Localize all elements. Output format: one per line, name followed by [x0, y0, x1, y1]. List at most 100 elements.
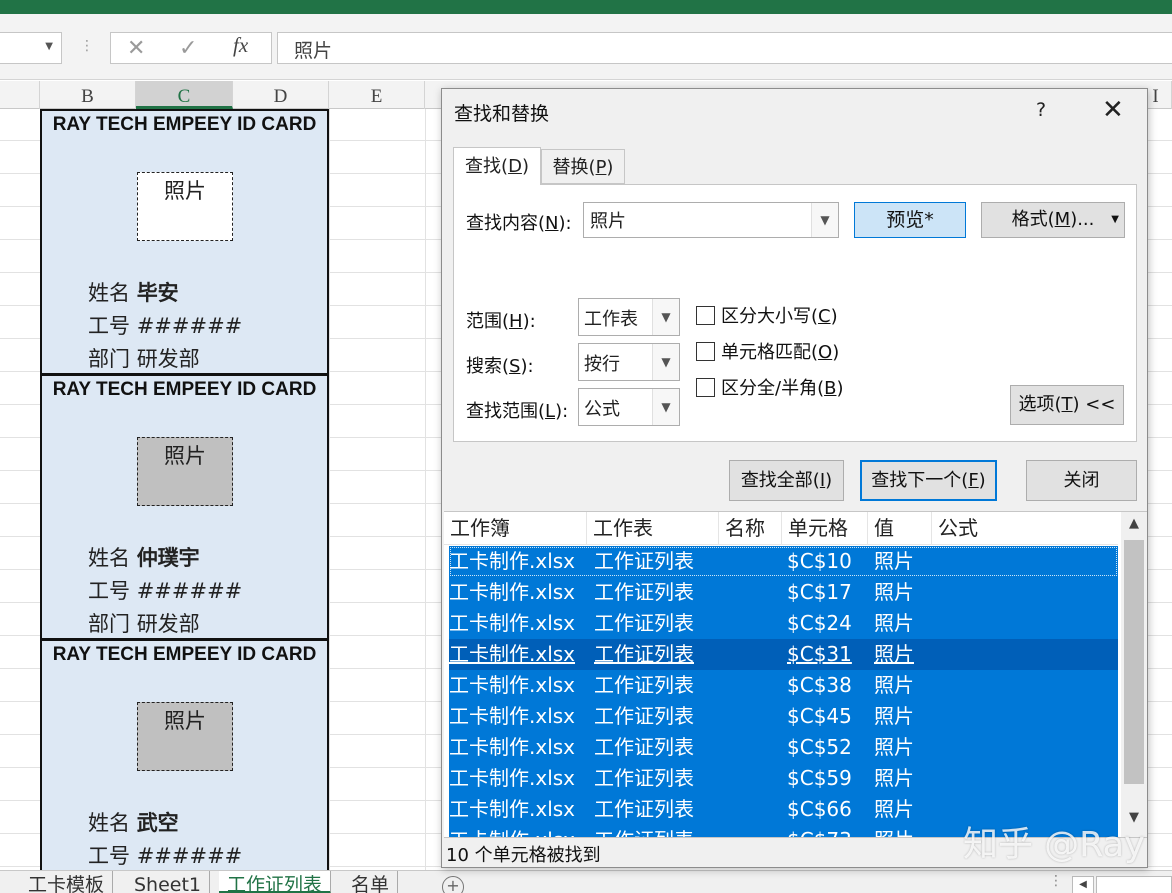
find-replace-dialog: 查找和替换 ? ✕ 查找(D) 替换(P) 查找内容(N): 照片 ▼ 预览* …	[441, 88, 1148, 868]
result-row[interactable]: 工卡制作.xlsx 工作证列表 $C$45 照片	[449, 701, 1118, 732]
scroll-left-icon[interactable]: ◀	[1072, 876, 1094, 893]
result-row[interactable]: 工卡制作.xlsx 工作证列表 $C$38 照片	[449, 670, 1118, 701]
header-workbook[interactable]: 工作簿	[444, 512, 587, 545]
result-row[interactable]: 工卡制作.xlsx 工作证列表 $C$59 照片	[449, 763, 1118, 794]
result-sheet: 工作证列表	[594, 825, 694, 837]
chevron-down-icon[interactable]: ▼	[1111, 203, 1119, 237]
result-value: 照片	[874, 673, 914, 697]
checkbox-box[interactable]	[696, 378, 715, 397]
sheet-tab[interactable]: 工卡模板	[20, 871, 114, 893]
result-row[interactable]: 工卡制作.xlsx 工作证列表 $C$31 照片	[449, 639, 1118, 670]
ribbon-strip	[0, 0, 1172, 14]
within-select[interactable]: 工作表 ▼	[578, 298, 680, 336]
format-button-label: 格式(M)...	[1011, 209, 1095, 230]
insert-function-icon[interactable]: fx	[233, 33, 248, 58]
column-header-b[interactable]: B	[40, 81, 136, 109]
result-row[interactable]: 工卡制作.xlsx 工作证列表 $C$10 照片	[449, 546, 1118, 577]
find-what-input[interactable]: 照片 ▼	[583, 202, 839, 238]
result-value: 照片	[874, 704, 914, 728]
header-cell[interactable]: 单元格	[782, 512, 868, 545]
options-button[interactable]: 选项(T) <<	[1010, 385, 1124, 425]
header-name[interactable]: 名称	[719, 512, 782, 545]
checkbox-box[interactable]	[696, 342, 715, 361]
result-row[interactable]: 工卡制作.xlsx 工作证列表 $C$52 照片	[449, 732, 1118, 763]
id-label: 工号	[88, 579, 130, 603]
close-button[interactable]: 关闭	[1026, 460, 1137, 501]
tab-replace[interactable]: 替换(P)	[541, 149, 625, 184]
chevron-down-icon[interactable]: ▼	[652, 389, 679, 425]
result-row[interactable]: 工卡制作.xlsx 工作证列表 $C$24 照片	[449, 608, 1118, 639]
mnemonic-letter: N	[545, 213, 559, 234]
add-sheet-icon[interactable]: +	[442, 876, 464, 893]
chevron-down-icon[interactable]: ▼	[811, 203, 838, 237]
photo-placeholder[interactable]: 照片	[137, 702, 233, 771]
result-sheet: 工作证列表	[594, 766, 694, 790]
name-value: 仲璞宇	[136, 546, 200, 570]
result-workbook: 工卡制作.xlsx	[449, 735, 576, 759]
name-label: 姓名	[88, 281, 130, 305]
id-card[interactable]: RAY TECH EMPEEY ID CARD 照片 姓名 仲璞宇 工号 ###…	[40, 374, 329, 640]
result-workbook: 工卡制作.xlsx	[449, 642, 576, 666]
chevron-down-icon[interactable]: ▼	[45, 41, 53, 52]
tab-find-label: 查找(D)	[465, 156, 529, 177]
look-in-select[interactable]: 公式 ▼	[578, 388, 680, 426]
match-entire-cell-checkbox[interactable]: 单元格匹配(O)	[696, 338, 839, 364]
column-header-e[interactable]: E	[329, 81, 425, 109]
name-value: 武空	[136, 811, 179, 835]
search-select[interactable]: 按行 ▼	[578, 343, 680, 381]
result-cell: $C$31	[787, 642, 852, 666]
cancel-icon[interactable]: ✕	[127, 36, 145, 61]
checkbox-box[interactable]	[696, 306, 715, 325]
photo-placeholder[interactable]: 照片	[137, 172, 233, 241]
name-box[interactable]: ▼	[0, 32, 62, 64]
sheet-tab-active[interactable]: 工作证列表	[219, 871, 332, 893]
result-sheet: 工作证列表	[594, 549, 694, 573]
find-next-button[interactable]: 查找下一个(F)	[860, 460, 997, 501]
result-value: 照片	[874, 611, 914, 635]
id-card[interactable]: RAY TECH EMPEEY ID CARD 照片 姓名 毕安 工号 ####…	[40, 109, 329, 375]
column-header-d[interactable]: D	[233, 81, 329, 109]
photo-placeholder[interactable]: 照片	[137, 437, 233, 506]
scroll-thumb[interactable]	[1124, 540, 1144, 784]
dept-value: 研发部	[136, 612, 200, 636]
tab-find[interactable]: 查找(D)	[453, 147, 541, 185]
sheet-tabs-bar: 工卡模板 Sheet1 工作证列表 名单 + ⋮ ◀	[0, 870, 1172, 893]
enter-icon[interactable]: ✓	[179, 36, 197, 61]
chevron-down-icon[interactable]: ▼	[652, 299, 679, 335]
column-header-a[interactable]	[0, 81, 40, 109]
results-list[interactable]: 工作簿 工作表 名称 单元格 值 公式 工卡制作.xlsx 工作证列表 $C$10 照…	[444, 511, 1147, 837]
result-row[interactable]: 工卡制作.xlsx 工作证列表 $C$17 照片	[449, 577, 1118, 608]
result-workbook: 工卡制作.xlsx	[449, 797, 576, 821]
sheet-tab[interactable]: Sheet1	[126, 871, 211, 893]
scroll-up-icon[interactable]: ▲	[1121, 516, 1147, 538]
result-workbook: 工卡制作.xlsx	[449, 611, 576, 635]
splitter-handle-icon[interactable]: ⋮	[1049, 873, 1063, 889]
id-row: 工号 ######	[88, 575, 242, 605]
horizontal-scrollbar[interactable]	[1096, 876, 1172, 893]
formula-input[interactable]: 照片	[277, 32, 1172, 64]
column-header-c[interactable]: C	[136, 81, 233, 109]
match-case-checkbox[interactable]: 区分大小写(C)	[696, 302, 838, 328]
header-sheet[interactable]: 工作表	[587, 512, 719, 545]
result-sheet: 工作证列表	[594, 797, 694, 821]
sheet-tab[interactable]: 名单	[343, 871, 399, 893]
close-icon[interactable]: ✕	[1102, 95, 1124, 125]
preview-button[interactable]: 预览*	[854, 202, 966, 238]
find-all-button[interactable]: 查找全部(I)	[729, 460, 844, 501]
header-value[interactable]: 值	[868, 512, 932, 545]
results-header: 工作簿 工作表 名称 单元格 值 公式	[444, 512, 1118, 545]
format-button[interactable]: 格式(M)... ▼	[981, 202, 1125, 238]
match-byte-checkbox[interactable]: 区分全/半角(B)	[696, 374, 843, 400]
result-workbook: 工卡制作.xlsx	[449, 766, 576, 790]
chevron-down-icon[interactable]: ▼	[652, 344, 679, 380]
result-value: 照片	[874, 825, 914, 837]
drag-handle-icon[interactable]: ⋮	[80, 38, 94, 54]
result-value: 照片	[874, 797, 914, 821]
look-in-label: 查找范围(L):	[466, 401, 569, 422]
help-button[interactable]: ?	[1036, 99, 1046, 121]
id-card[interactable]: RAY TECH EMPEEY ID CARD 照片 姓名 武空 工号 ####…	[40, 639, 329, 870]
mnemonic-letter: C	[818, 306, 831, 327]
header-formula[interactable]: 公式	[932, 512, 1118, 545]
result-cell: $C$73	[787, 825, 852, 837]
results-scrollbar[interactable]: ▲ ▼	[1121, 512, 1147, 837]
